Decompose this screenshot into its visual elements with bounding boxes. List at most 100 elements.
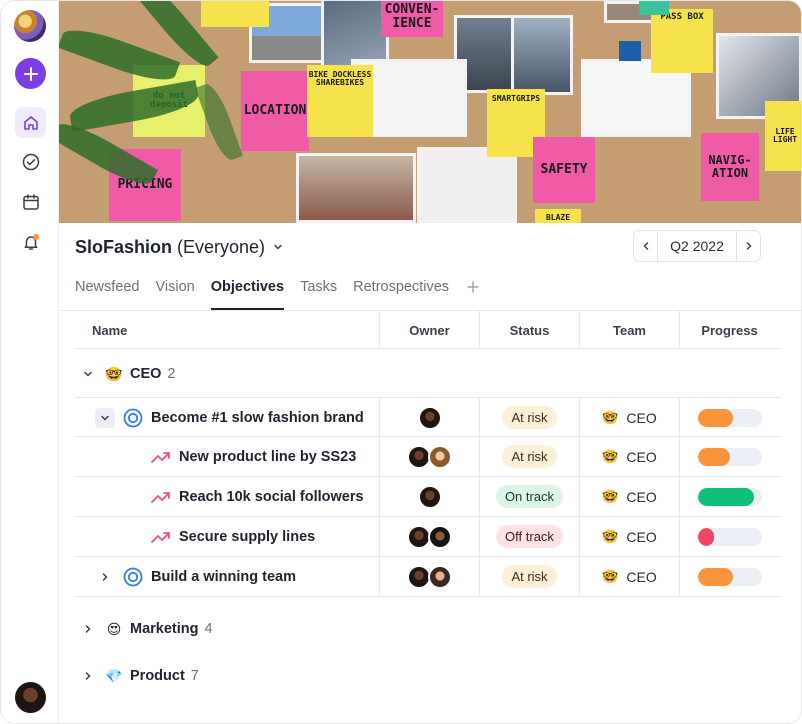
- column-name[interactable]: Name: [75, 311, 379, 349]
- status-badge[interactable]: At risk: [502, 406, 557, 429]
- status-badge[interactable]: At risk: [502, 445, 557, 468]
- chevron-right-icon[interactable]: [75, 671, 101, 681]
- team-cell[interactable]: 🤓 CEO: [579, 477, 679, 516]
- progress-cell[interactable]: [679, 517, 779, 556]
- table-row[interactable]: Secure supply lines Off track 🤓 CEO: [75, 517, 781, 557]
- team-cell[interactable]: 🤓 CEO: [579, 557, 679, 596]
- home-nav[interactable]: [15, 107, 46, 138]
- owner-cell[interactable]: [379, 437, 479, 476]
- group-emoji: 😍: [106, 620, 122, 637]
- chevron-right-icon[interactable]: [75, 624, 101, 634]
- chevron-down-icon: [273, 242, 283, 252]
- status-cell[interactable]: On track: [479, 477, 579, 516]
- workspace-avatar[interactable]: [14, 10, 46, 42]
- column-team[interactable]: Team: [579, 311, 679, 349]
- tab-bar: Newsfeed Vision Objectives Tasks Retrosp…: [75, 277, 479, 311]
- group-marketing[interactable]: 😍 Marketing 4: [75, 605, 781, 653]
- group-name: CEO: [130, 366, 162, 382]
- owner-avatar: [428, 444, 452, 469]
- chevron-down-icon: [101, 415, 109, 420]
- progress-fill: [697, 447, 730, 466]
- status-badge[interactable]: At risk: [502, 565, 557, 588]
- table-row[interactable]: Become #1 slow fashion brand At risk 🤓 CE…: [75, 397, 781, 437]
- left-rail: [1, 1, 59, 723]
- team-cell[interactable]: 🤓 CEO: [579, 398, 679, 437]
- status-cell[interactable]: At risk: [479, 398, 579, 437]
- home-icon: [23, 115, 38, 130]
- owner-avatar: [428, 524, 452, 549]
- tab-objectives[interactable]: Objectives: [210, 277, 285, 310]
- add-button[interactable]: [15, 58, 46, 89]
- calendar-nav[interactable]: [15, 186, 46, 217]
- project-name: SloFashion: [75, 236, 173, 257]
- owner-cell[interactable]: [379, 477, 479, 516]
- next-period-button[interactable]: [736, 231, 760, 261]
- key-result-title[interactable]: Reach 10k social followers: [179, 489, 364, 505]
- group-count: 7: [190, 668, 199, 684]
- status-cell[interactable]: At risk: [479, 437, 579, 476]
- objective-title[interactable]: Become #1 slow fashion brand: [151, 410, 364, 426]
- owner-avatar: [428, 564, 452, 589]
- user-avatar[interactable]: [15, 682, 46, 713]
- table-row[interactable]: New product line by SS23 At risk 🤓 CEO: [75, 437, 781, 477]
- owner-cell[interactable]: [379, 398, 479, 437]
- status-cell[interactable]: At risk: [479, 557, 579, 596]
- goal-target-icon: [123, 408, 143, 428]
- progress-cell[interactable]: [679, 437, 779, 476]
- sticky-note: NAVIG- ATION: [701, 133, 759, 201]
- status-cell[interactable]: Off track: [479, 517, 579, 556]
- add-tab-button[interactable]: [467, 274, 479, 311]
- table-row[interactable]: Reach 10k social followers On track 🤓 CEO: [75, 477, 781, 517]
- owner-cell[interactable]: [379, 557, 479, 596]
- trend-up-icon: [151, 450, 171, 464]
- expand-toggle[interactable]: [95, 567, 115, 587]
- owner-avatar: [417, 405, 442, 430]
- column-progress[interactable]: Progress: [679, 311, 779, 349]
- group-ceo[interactable]: 🤓 CEO 2: [75, 350, 781, 398]
- trend-up-icon: [151, 490, 171, 504]
- team-name: CEO: [626, 568, 657, 585]
- tab-newsfeed[interactable]: Newsfeed: [75, 277, 139, 310]
- key-result-title[interactable]: Secure supply lines: [179, 529, 315, 545]
- table-row[interactable]: Build a winning team At risk 🤓 CEO: [75, 557, 781, 597]
- plus-icon: [467, 281, 479, 293]
- calendar-icon: [22, 193, 39, 210]
- progress-bar: [697, 408, 762, 427]
- group-name: Marketing: [130, 621, 199, 637]
- column-owner[interactable]: Owner: [379, 311, 479, 349]
- tab-retrospectives[interactable]: Retrospectives: [353, 277, 449, 310]
- period-label[interactable]: Q2 2022: [658, 238, 736, 254]
- plus-icon: [23, 66, 38, 81]
- team-cell[interactable]: 🤓 CEO: [579, 437, 679, 476]
- tab-vision[interactable]: Vision: [155, 277, 194, 310]
- project-title[interactable]: SloFashion (Everyone): [75, 235, 283, 259]
- chevron-down-icon[interactable]: [75, 369, 101, 379]
- column-status[interactable]: Status: [479, 311, 579, 349]
- group-product[interactable]: 💎 Product 7: [75, 652, 781, 700]
- progress-fill: [697, 527, 714, 546]
- progress-cell[interactable]: [679, 398, 779, 437]
- notifications-nav[interactable]: [15, 226, 46, 257]
- owner-avatar: [417, 484, 442, 509]
- group-emoji: 🤓: [105, 365, 123, 382]
- progress-fill: [697, 487, 754, 506]
- prev-period-button[interactable]: [634, 231, 658, 261]
- progress-cell[interactable]: [679, 477, 779, 516]
- owner-cell[interactable]: [379, 517, 479, 556]
- sticky-note: SAFETY: [533, 137, 595, 203]
- progress-bar: [697, 447, 762, 466]
- collapse-toggle[interactable]: [95, 407, 115, 428]
- key-result-title[interactable]: New product line by SS23: [179, 449, 356, 465]
- tasks-nav[interactable]: [15, 146, 46, 177]
- project-scope: (Everyone): [177, 236, 266, 257]
- trend-up-icon: [151, 530, 171, 544]
- tab-tasks[interactable]: Tasks: [300, 277, 337, 310]
- progress-cell[interactable]: [679, 557, 779, 596]
- objective-title[interactable]: Build a winning team: [151, 569, 296, 585]
- period-switcher: Q2 2022: [633, 230, 761, 262]
- status-badge[interactable]: On track: [495, 485, 564, 508]
- chevron-right-icon: [102, 572, 108, 581]
- status-badge[interactable]: Off track: [496, 525, 563, 548]
- team-cell[interactable]: 🤓 CEO: [579, 517, 679, 556]
- progress-fill: [697, 408, 733, 427]
